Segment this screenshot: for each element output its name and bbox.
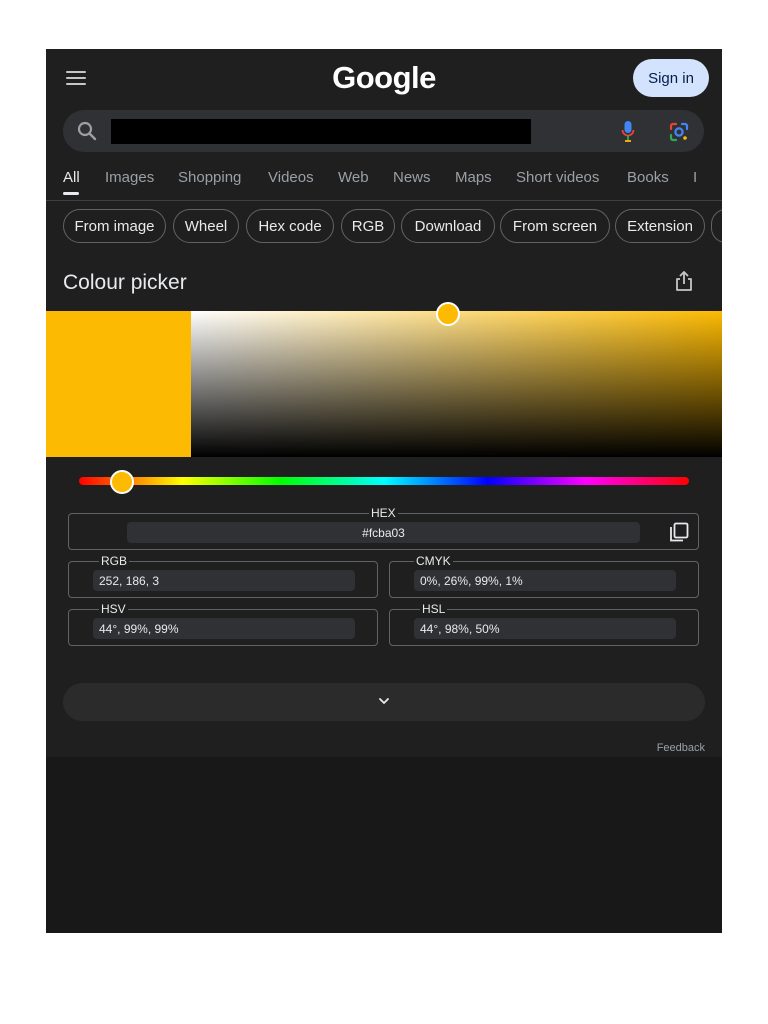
tab-more[interactable]: I: [693, 169, 697, 186]
chip-hex-code[interactable]: Hex code: [246, 209, 334, 243]
chip-more[interactable]: [711, 209, 722, 243]
filter-chips: From image Wheel Hex code RGB Download F…: [63, 209, 722, 245]
search-results-page: Google Sign in All Images Shopping Video…: [46, 49, 722, 933]
tabs-divider: [46, 200, 722, 201]
hsv-field: HSV: [68, 602, 378, 646]
tab-news[interactable]: News: [393, 169, 431, 186]
chip-wheel[interactable]: Wheel: [173, 209, 239, 243]
saturation-value-area[interactable]: [191, 311, 722, 457]
chip-extension[interactable]: Extension: [615, 209, 705, 243]
chip-download[interactable]: Download: [401, 209, 495, 243]
microphone-icon[interactable]: [621, 120, 635, 142]
hsv-input[interactable]: [93, 618, 355, 639]
hex-label: HEX: [369, 506, 398, 520]
feedback-link[interactable]: Feedback: [657, 742, 705, 754]
hue-slider-handle[interactable]: [110, 470, 134, 494]
search-bar: [63, 110, 704, 152]
tab-shopping[interactable]: Shopping: [178, 169, 241, 186]
chip-from-image[interactable]: From image: [63, 209, 166, 243]
cmyk-label: CMYK: [414, 554, 453, 568]
hsv-label: HSV: [99, 602, 128, 616]
active-tab-indicator: [63, 192, 79, 195]
chip-from-screen[interactable]: From screen: [500, 209, 610, 243]
saturation-value-handle[interactable]: [436, 302, 460, 326]
search-icon[interactable]: [77, 121, 97, 141]
hex-input[interactable]: [127, 522, 640, 543]
hex-field: HEX: [68, 506, 699, 550]
cmyk-field: CMYK: [389, 554, 699, 598]
colour-preview-swatch: [46, 311, 191, 457]
colour-picker-title: Colour picker: [63, 271, 187, 294]
tab-all[interactable]: All: [63, 169, 80, 186]
tab-books[interactable]: Books: [627, 169, 669, 186]
tab-videos[interactable]: Videos: [268, 169, 314, 186]
tab-images[interactable]: Images: [105, 169, 154, 186]
hsl-field: HSL: [389, 602, 699, 646]
copy-icon[interactable]: [668, 521, 690, 543]
rgb-field: RGB: [68, 554, 378, 598]
tab-web[interactable]: Web: [338, 169, 369, 186]
rgb-input[interactable]: [93, 570, 355, 591]
tab-maps[interactable]: Maps: [455, 169, 492, 186]
page-lower-area: [46, 757, 722, 933]
cmyk-input[interactable]: [414, 570, 676, 591]
tab-short-videos[interactable]: Short videos: [516, 169, 599, 186]
rgb-label: RGB: [99, 554, 130, 568]
chip-rgb[interactable]: RGB: [341, 209, 395, 243]
chevron-down-icon: [379, 698, 389, 704]
google-logo[interactable]: Google: [46, 60, 722, 96]
expand-button[interactable]: [63, 683, 705, 721]
share-icon[interactable]: [672, 269, 696, 293]
hsl-label: HSL: [420, 602, 448, 616]
search-input[interactable]: [111, 119, 531, 144]
hue-slider[interactable]: [79, 477, 689, 485]
sign-in-button[interactable]: Sign in: [633, 59, 709, 97]
lens-icon[interactable]: [668, 121, 690, 143]
hsl-input[interactable]: [414, 618, 676, 639]
